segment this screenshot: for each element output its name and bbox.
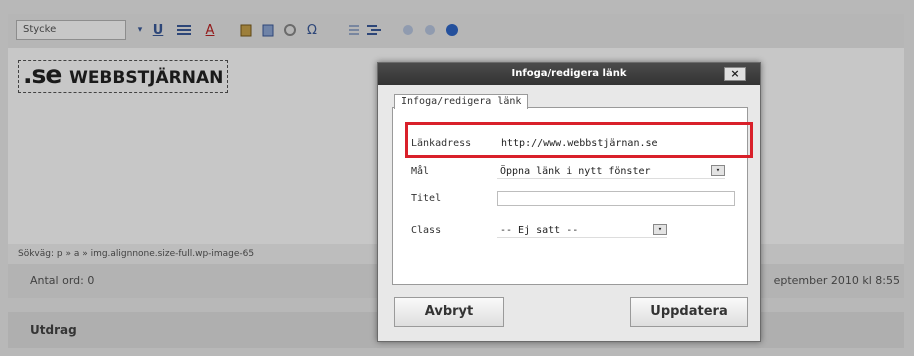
text-color-icon[interactable]: A [200,20,220,40]
link-dialog: Infoga/redigera länk × Infoga/redigera l… [377,62,761,342]
class-select-value: -- Ej satt -- [500,225,579,236]
undo-icon[interactable] [398,20,418,40]
title-label: Titel [411,193,442,204]
outdent-icon[interactable] [342,20,362,40]
paste-word-icon[interactable] [258,20,278,40]
underline-icon[interactable]: U [148,20,168,40]
dialog-titlebar[interactable]: Infoga/redigera länk × [378,63,760,85]
chevron-down-icon[interactable]: ▾ [653,224,667,235]
paste-text-icon[interactable] [236,20,256,40]
url-highlight-box [405,122,753,158]
omega-icon[interactable]: Ω [302,20,322,40]
word-count: Antal ord: 0 [30,274,95,287]
update-button[interactable]: Uppdatera [630,297,748,327]
chevron-down-icon[interactable]: ▾ [711,165,725,176]
style-select[interactable]: Stycke [16,20,126,40]
target-select-value: Öppna länk i nytt fönster [500,166,651,177]
style-select-value: Stycke [23,24,57,35]
help-icon[interactable] [442,20,462,40]
logo-prefix: .se [23,60,62,89]
tab-insert-edit-link[interactable]: Infoga/redigera länk [394,94,529,109]
indent-icon[interactable] [364,20,384,40]
dialog-title: Infoga/redigera länk [511,68,627,79]
class-select[interactable]: -- Ej satt -- ▾ [497,223,667,238]
target-label: Mål [411,166,430,177]
justify-icon[interactable] [174,20,194,40]
cancel-button[interactable]: Avbryt [394,297,504,327]
logo-brand: WEBBSTJÄRNAN [69,68,224,88]
last-edited-text: eptember 2010 kl 8:55 [773,274,900,287]
target-select[interactable]: Öppna länk i nytt fönster ▾ [497,164,725,179]
chevron-down-icon[interactable]: ▾ [130,20,150,40]
redo-icon[interactable] [420,20,440,40]
content-logo-image[interactable]: .se WEBBSTJÄRNAN [18,60,229,93]
editor-path: Sökväg: p » a » img.alignnone.size-full.… [18,249,255,259]
title-field[interactable] [497,191,735,206]
close-icon[interactable]: × [724,67,746,81]
class-label: Class [411,225,442,236]
clear-format-icon[interactable] [280,20,300,40]
